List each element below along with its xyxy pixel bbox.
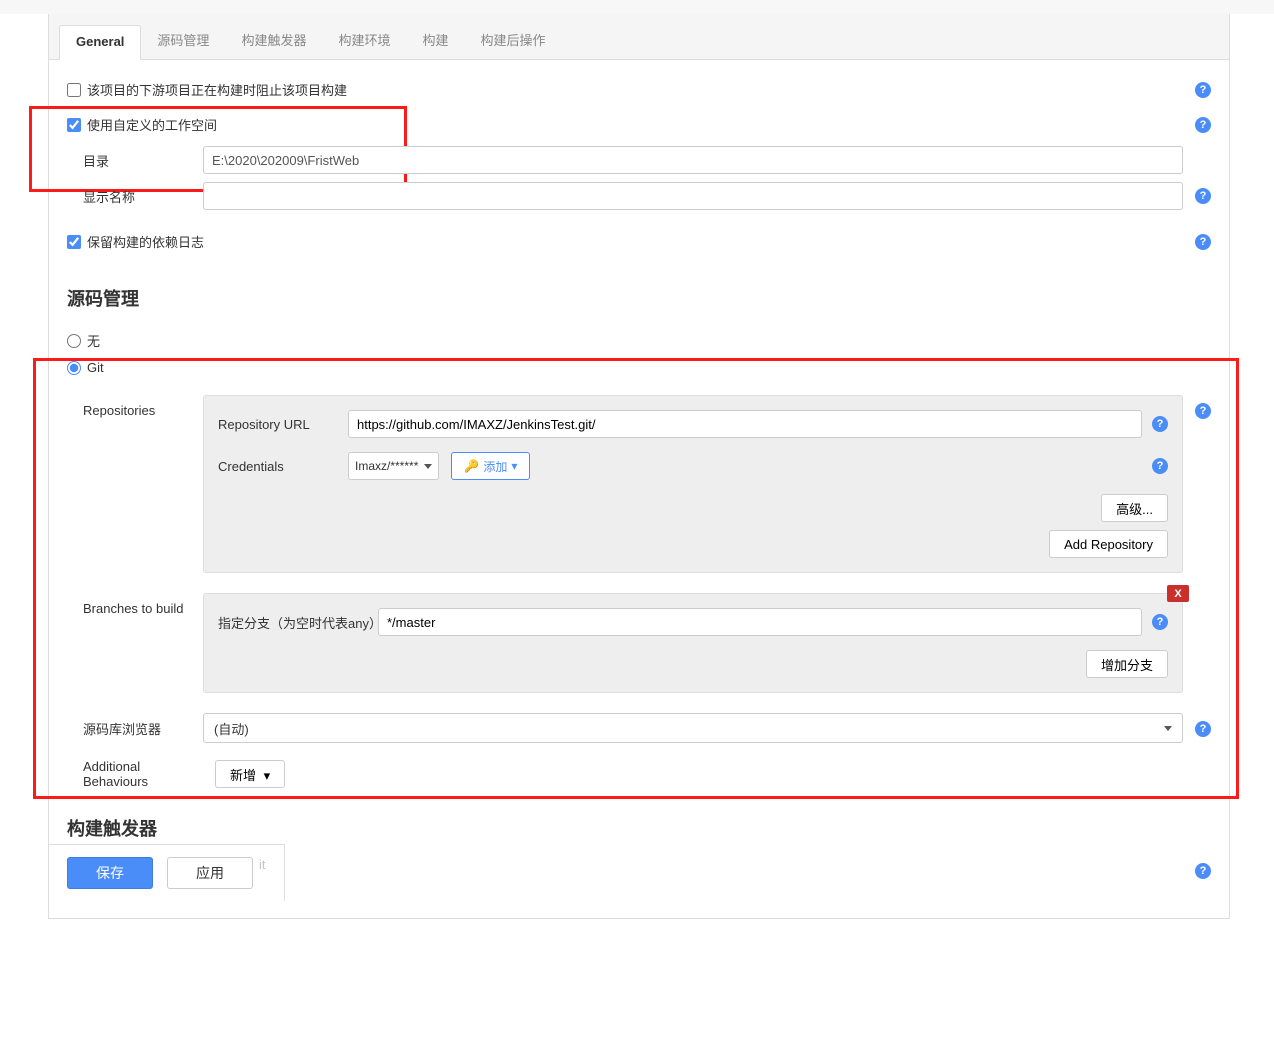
section-title-triggers: 构建触发器 <box>67 815 1211 841</box>
apply-button[interactable]: 应用 <box>167 857 253 889</box>
row-credentials: Credentials Imaxz/****** 🔑 添加 ▾ ? <box>218 452 1168 480</box>
label-repo-url: Repository URL <box>218 417 348 432</box>
help-icon[interactable]: ? <box>1195 234 1211 250</box>
help-icon[interactable]: ? <box>1152 458 1168 474</box>
select-credentials[interactable]: Imaxz/****** <box>348 452 439 480</box>
checkbox-custom-workspace[interactable] <box>67 118 81 132</box>
label-repositories: Repositories <box>83 395 203 573</box>
scm-git-wrapper: Git Repositories Repository URL ? Creden… <box>67 358 1211 789</box>
select-repo-browser[interactable]: (自动) <box>203 713 1183 743</box>
add-credentials-button[interactable]: 🔑 添加 ▾ <box>451 452 530 480</box>
input-display-name[interactable] <box>203 182 1183 210</box>
help-icon[interactable]: ? <box>1195 863 1211 879</box>
section-title-scm: 源码管理 <box>67 285 1211 311</box>
delete-branch-button[interactable]: X <box>1167 585 1189 602</box>
help-icon[interactable]: ? <box>1195 82 1211 98</box>
help-icon[interactable]: ? <box>1195 721 1211 737</box>
row-repo-url: Repository URL ? <box>218 410 1168 438</box>
git-additional: Additional Behaviours 新增 ▾ <box>83 759 1211 789</box>
save-button[interactable]: 保存 <box>67 857 153 889</box>
input-directory[interactable] <box>203 146 1183 174</box>
label-custom-workspace: 使用自定义的工作空间 <box>87 115 217 134</box>
label-branch-spec: 指定分支（为空时代表any） <box>218 613 378 632</box>
tab-general[interactable]: General <box>59 25 141 60</box>
config-panel: General 源码管理 构建触发器 构建环境 构建 构建后操作 该项目的下游项… <box>48 14 1230 919</box>
row-keep-deps: 保留构建的依赖日志 ? <box>67 224 1211 259</box>
additional-behaviour-label: 新增 <box>230 768 256 783</box>
row-scm-none: 无 <box>67 323 1211 358</box>
label-display-name: 显示名称 <box>83 187 203 206</box>
caret-down-icon: ▾ <box>264 768 271 783</box>
select-credentials-value: Imaxz/****** <box>355 459 418 473</box>
content-area: 该项目的下游项目正在构建时阻止该项目构建 ? 使用自定义的工作空间 ? 目录 显… <box>49 60 1229 918</box>
help-icon[interactable]: ? <box>1152 416 1168 432</box>
caret-down-icon <box>424 464 432 469</box>
tab-post[interactable]: 构建后操作 <box>464 22 561 59</box>
tab-env[interactable]: 构建环境 <box>322 22 406 59</box>
row-custom-workspace: 使用自定义的工作空间 ? <box>67 107 1211 142</box>
label-block-downstream: 该项目的下游项目正在构建时阻止该项目构建 <box>87 80 347 99</box>
row-scm-git: Git <box>67 358 1211 383</box>
help-icon[interactable]: ? <box>1152 614 1168 630</box>
row-directory: 目录 <box>83 142 1211 178</box>
tab-build[interactable]: 构建 <box>406 22 464 59</box>
radio-scm-none[interactable] <box>67 334 81 348</box>
radio-scm-git[interactable] <box>67 361 81 375</box>
select-repo-browser-value: (自动) <box>214 719 249 738</box>
repositories-block: Repository URL ? Credentials Imaxz/*****… <box>203 395 1183 573</box>
bottom-bar: 保存 应用 it <box>48 844 285 901</box>
additional-behaviour-button[interactable]: 新增 ▾ <box>215 760 285 788</box>
key-icon: 🔑 <box>464 459 479 473</box>
label-repo-browser: 源码库浏览器 <box>83 719 203 738</box>
input-branch-spec[interactable] <box>378 608 1142 636</box>
add-branch-button[interactable]: 增加分支 <box>1086 650 1168 678</box>
label-branches: Branches to build <box>83 593 203 693</box>
caret-down-icon <box>1164 726 1172 731</box>
checkbox-keep-deps[interactable] <box>67 235 81 249</box>
label-additional: Additional Behaviours <box>83 759 215 789</box>
help-icon[interactable]: ? <box>1195 117 1211 133</box>
git-repositories: Repositories Repository URL ? Credential… <box>83 395 1211 573</box>
tabs-row: General 源码管理 构建触发器 构建环境 构建 构建后操作 <box>49 14 1229 60</box>
branch-right-buttons: 增加分支 <box>218 650 1168 678</box>
repo-right-buttons-2: Add Repository <box>218 530 1168 558</box>
top-strip <box>0 0 1274 14</box>
caret-down-icon: ▾ <box>511 459 517 473</box>
label-keep-deps: 保留构建的依赖日志 <box>87 232 204 251</box>
row-block-downstream: 该项目的下游项目正在构建时阻止该项目构建 ? <box>67 72 1211 107</box>
label-scm-git: Git <box>87 360 104 375</box>
row-display-name: 显示名称 ? <box>83 178 1211 214</box>
add-repository-button[interactable]: Add Repository <box>1049 530 1168 558</box>
checkbox-block-downstream[interactable] <box>67 83 81 97</box>
git-repo-browser: 源码库浏览器 (自动) ? <box>83 713 1211 743</box>
tab-scm[interactable]: 源码管理 <box>141 22 225 59</box>
ghost-text: it <box>253 857 266 889</box>
branches-block: X 指定分支（为空时代表any） ? 增加分支 <box>203 593 1183 693</box>
label-credentials: Credentials <box>218 459 348 474</box>
label-directory: 目录 <box>83 151 203 170</box>
help-icon[interactable]: ? <box>1195 403 1211 419</box>
label-scm-none: 无 <box>87 331 100 350</box>
row-branch-spec: 指定分支（为空时代表any） ? <box>218 608 1168 636</box>
help-icon[interactable]: ? <box>1195 188 1211 204</box>
add-credentials-label: 添加 <box>483 458 507 475</box>
repo-right-buttons: 高级... <box>218 494 1168 522</box>
input-repo-url[interactable] <box>348 410 1142 438</box>
git-branches: Branches to build X 指定分支（为空时代表any） ? 增加分… <box>83 593 1211 693</box>
advanced-button[interactable]: 高级... <box>1101 494 1168 522</box>
tab-triggers[interactable]: 构建触发器 <box>225 22 322 59</box>
